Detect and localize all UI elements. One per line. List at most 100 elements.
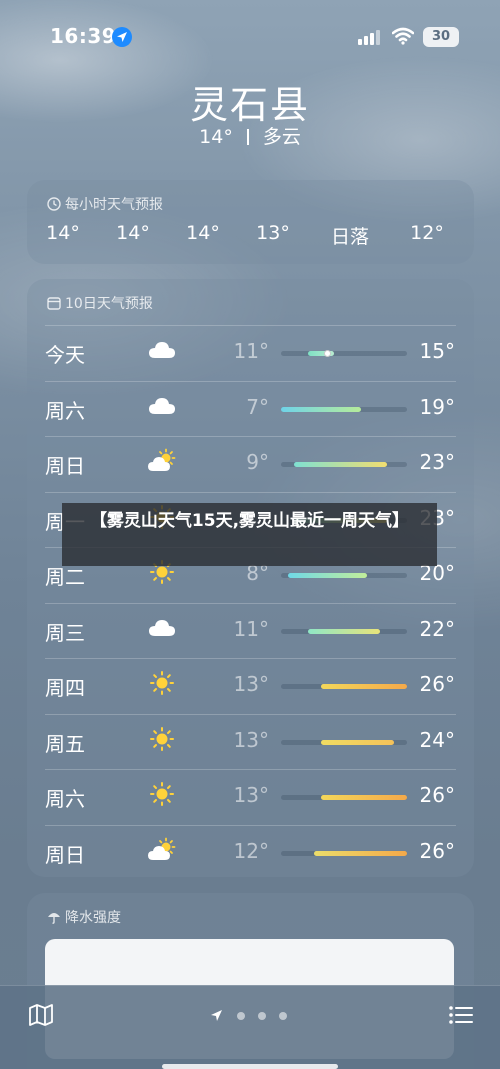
article-title-text: 【雾灵山天气15天,雾灵山最近一周天气】 (89, 511, 410, 531)
row-divider (45, 824, 456, 826)
temp-range-bar (281, 850, 407, 856)
page-indicator[interactable] (210, 1008, 300, 1024)
sun-icon (147, 781, 177, 807)
precipitation-title: 降水强度 (47, 907, 121, 927)
partly-sunny-icon (147, 837, 177, 863)
low-temp: 13° (233, 672, 269, 696)
status-time: 16:39 (50, 24, 117, 48)
hourly-forecast-title: 每小时天气预报 (47, 194, 163, 214)
row-divider (45, 491, 456, 493)
hourly-item: 13° (256, 222, 290, 244)
day-name: 周三 (45, 620, 85, 645)
temp-range-fill (320, 795, 407, 800)
low-temp: 12° (233, 838, 269, 863)
calendar-icon (47, 297, 61, 310)
temp-range-bar (281, 628, 407, 634)
day-name: 周日 (45, 454, 85, 478)
day-row[interactable]: 周五 13° 24° (27, 713, 474, 769)
page-dot[interactable] (258, 1012, 266, 1020)
ten-day-forecast-label: 10日天气预报 (65, 296, 153, 312)
hourly-item: 14° (186, 222, 220, 244)
low-temp: 13° (233, 727, 269, 752)
cellular-signal-icon (358, 29, 382, 45)
hourly-forecast-card[interactable]: 每小时天气预报 14° 14° 14° 13° 日落 12° (27, 180, 474, 264)
row-divider (45, 713, 456, 715)
row-divider (45, 658, 456, 659)
row-divider (45, 380, 456, 382)
page-dot[interactable] (279, 1012, 287, 1020)
temp-range-fill (287, 573, 368, 578)
low-temp: 7° (246, 394, 269, 419)
high-temp: 26° (419, 783, 455, 807)
map-icon[interactable] (28, 1002, 54, 1028)
day-row[interactable]: 周日 12° 26° (27, 824, 474, 880)
high-temp: 23° (419, 450, 455, 474)
row-divider (45, 325, 456, 326)
temp-range-fill (307, 350, 335, 357)
city-name: 灵石县 (189, 83, 310, 127)
temp-range-bar (281, 462, 407, 467)
hourly-item: 14° (116, 222, 150, 244)
day-row[interactable]: 周日 9° 23° (27, 436, 474, 491)
article-title-banner: 【雾灵山天气15天,雾灵山最近一周天气】 (62, 503, 437, 566)
status-bar: 16:39 30 (0, 0, 500, 70)
cloud-icon (147, 393, 177, 419)
low-temp: 11° (233, 339, 269, 363)
day-name: 周六 (45, 398, 85, 423)
day-row[interactable]: 周三 11° 22° (27, 602, 474, 658)
hourly-item: 12° (410, 222, 444, 244)
location-services-icon (112, 27, 132, 47)
precipitation-label: 降水强度 (65, 910, 121, 926)
temp-range-fill (320, 684, 407, 689)
high-temp: 22° (419, 616, 455, 641)
hourly-item: 14° (46, 222, 80, 244)
high-temp: 15° (419, 339, 455, 363)
temp-range-fill (307, 628, 381, 634)
low-temp: 11° (233, 616, 269, 641)
bottom-toolbar (0, 985, 500, 1069)
temp-range-fill (320, 739, 394, 745)
home-indicator[interactable] (162, 1064, 338, 1069)
row-divider (45, 436, 456, 437)
clock-icon (47, 197, 61, 211)
day-row[interactable]: 周六 7° 19° (27, 380, 474, 436)
high-temp: 26° (419, 838, 455, 863)
ten-day-forecast-card[interactable]: 10日天气预报 今天11°15°周六7°19°周日9°23°周一23°周二8°2… (27, 279, 474, 877)
hourly-item: 日落 (330, 226, 369, 248)
day-name: 周日 (45, 842, 85, 867)
high-temp: 24° (419, 727, 455, 752)
day-row[interactable]: 周六 13° 26° (27, 769, 474, 824)
summary-divider (246, 129, 249, 145)
temp-range-bar (281, 739, 407, 745)
low-temp: 13° (233, 783, 269, 807)
low-temp: 9° (246, 450, 269, 474)
page-dot[interactable] (237, 1012, 245, 1020)
row-divider (45, 769, 456, 770)
day-name: 周四 (45, 676, 85, 700)
hourly-forecast-label: 每小时天气预报 (65, 197, 163, 213)
battery-indicator: 30 (423, 27, 459, 47)
high-temp: 19° (419, 394, 455, 419)
ten-day-forecast-title: 10日天气预报 (47, 293, 153, 313)
temp-range-bar (281, 795, 407, 800)
temp-range-fill (281, 406, 361, 412)
sun-icon (147, 670, 177, 696)
partly-sunny-icon (147, 448, 177, 474)
list-icon[interactable] (448, 1004, 474, 1026)
temp-range-fill (314, 850, 407, 856)
cloud-icon (147, 337, 177, 363)
high-temp: 26° (419, 672, 455, 696)
day-name: 周五 (45, 731, 85, 756)
location-arrow-icon (211, 1010, 222, 1021)
current-temperature: 14° (199, 126, 233, 148)
temp-range-fill (294, 462, 388, 467)
day-row[interactable]: 今天 11° 15° (27, 325, 474, 380)
current-temp-dot (324, 350, 332, 357)
day-name: 周六 (45, 787, 85, 811)
umbrella-icon (48, 913, 60, 924)
cloud-icon (147, 615, 177, 641)
wifi-icon (391, 27, 415, 49)
temp-range-bar (281, 573, 407, 578)
day-row[interactable]: 周四 13° 26° (27, 658, 474, 713)
current-condition: 多云 (262, 126, 301, 148)
